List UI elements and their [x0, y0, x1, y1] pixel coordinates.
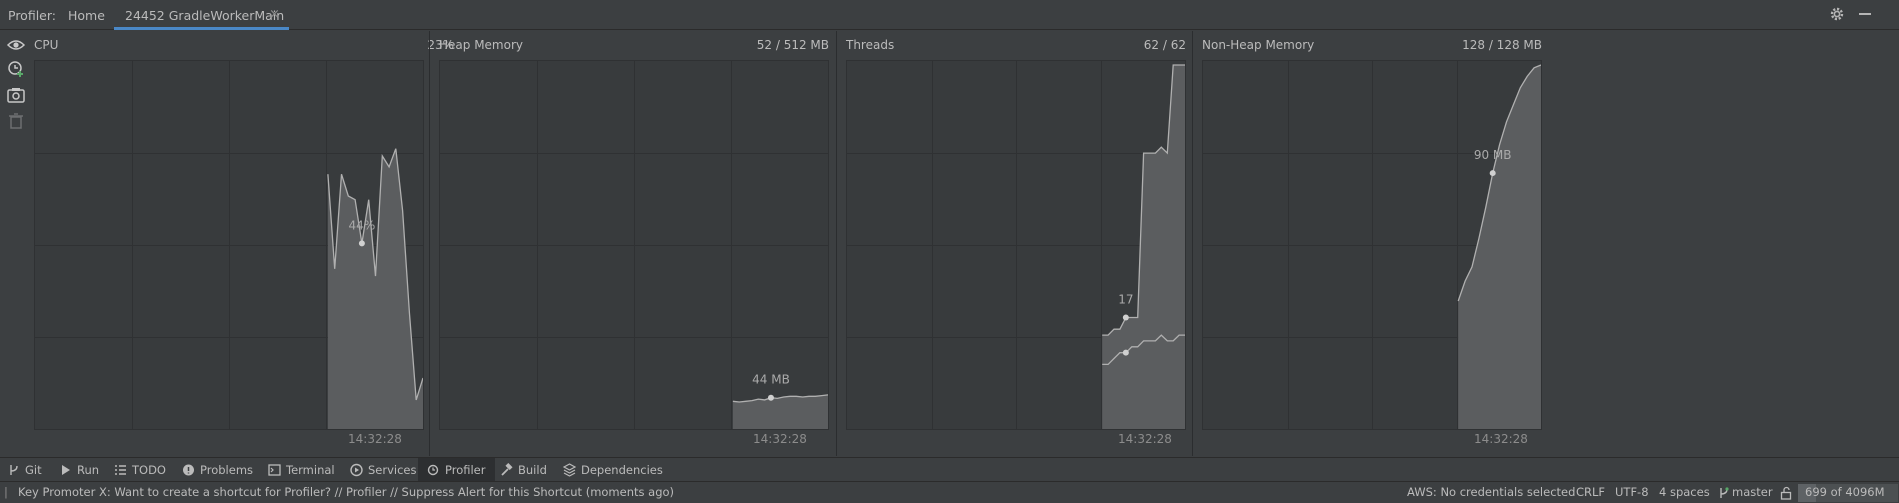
unlock-icon[interactable]: [1780, 486, 1792, 500]
run-icon: [62, 465, 70, 475]
hover-point: [1489, 170, 1496, 177]
memory-usage-text: 699 of 4096M: [1805, 485, 1885, 499]
threads-value: 62 / 62: [1143, 38, 1186, 52]
eye-icon[interactable]: [6, 35, 26, 55]
toolwindow-label: TODO: [132, 463, 166, 477]
toolwindow-problems[interactable]: Problems: [182, 458, 253, 482]
cpu-title: CPU: [34, 38, 59, 52]
toolwindow-git[interactable]: Git: [8, 458, 42, 482]
toolwindow-services[interactable]: Services: [350, 458, 417, 482]
hover-point: [358, 240, 365, 247]
git-branch[interactable]: master: [1732, 485, 1773, 499]
memory-indicator[interactable]: 699 of 4096M: [1798, 484, 1898, 502]
hover-value-label: 44%: [349, 218, 376, 232]
hover-point: [767, 394, 774, 401]
aws-credentials[interactable]: AWS: No credentials selected: [1407, 485, 1575, 499]
profiler-toolbar: Profiler: Home 24452 GradleWorkerMain ×: [0, 0, 1899, 30]
chart-area: [1458, 65, 1541, 429]
toolwindow-build[interactable]: Build: [500, 458, 547, 482]
line-separator[interactable]: CRLF: [1576, 485, 1605, 499]
services-icon: [350, 463, 363, 477]
gear-icon[interactable]: [1828, 5, 1846, 23]
hover-point: [1122, 314, 1129, 321]
heap-time-label: 14:32:28: [753, 432, 807, 446]
chart-area: [732, 394, 828, 429]
toolwindow-run[interactable]: Run: [60, 458, 99, 482]
heap-title: Heap Memory: [439, 38, 523, 52]
toolwindow-label: Dependencies: [581, 463, 663, 477]
heap-value: 52 / 512 MB: [756, 38, 829, 52]
toolwindow-label: Problems: [200, 463, 254, 477]
tab-session[interactable]: 24452 GradleWorkerMain: [125, 8, 284, 23]
threads-chart-svg: 17: [847, 61, 1185, 429]
build-hammer-icon: [501, 463, 513, 476]
nonheap-chart-svg: 90 MB: [1203, 61, 1541, 429]
toolwindow-label: Build: [518, 463, 547, 477]
status-bar-edge: |: [4, 485, 8, 499]
cpu-chart-svg: 44%: [35, 61, 423, 429]
threads-title: Threads: [846, 38, 895, 52]
problems-icon: [183, 464, 194, 476]
cpu-time-label: 14:32:28: [348, 432, 402, 446]
panel-divider: [836, 31, 837, 456]
monitor-area: CPU 23% 44% 14:32:28 Heap Memory 52 / 51…: [32, 31, 1899, 456]
trash-icon[interactable]: [6, 111, 26, 131]
threads-chart[interactable]: 17: [846, 60, 1186, 430]
active-tab-indicator: [114, 27, 289, 30]
tool-window-bar: Git Run TODO Problems Terminal Services …: [0, 457, 1899, 482]
profiler-icon: [427, 464, 439, 476]
toolwindow-profiler[interactable]: Profiler: [418, 458, 495, 482]
git-branch-icon: [10, 465, 18, 475]
file-encoding[interactable]: UTF-8: [1615, 485, 1649, 499]
heap-chart-svg: 44 MB: [440, 61, 828, 429]
nonheap-title: Non-Heap Memory: [1202, 38, 1315, 52]
hover-point: [1122, 349, 1129, 356]
tab-home[interactable]: Home: [68, 8, 105, 23]
nonheap-time-label: 14:32:28: [1474, 432, 1528, 446]
hover-value-label: 90 MB: [1474, 148, 1512, 162]
chart-area: [327, 148, 423, 429]
heap-chart[interactable]: 44 MB: [439, 60, 829, 430]
toolwindow-label: Run: [77, 463, 100, 477]
add-session-icon[interactable]: [6, 59, 26, 79]
hover-value-label: 44 MB: [752, 373, 790, 387]
dependencies-icon: [563, 463, 576, 477]
threads-time-label: 14:32:28: [1118, 432, 1172, 446]
nonheap-value: 128 / 128 MB: [1462, 38, 1542, 52]
toolwindow-todo[interactable]: TODO: [114, 458, 166, 482]
close-icon[interactable]: ×: [269, 7, 280, 22]
minimize-icon[interactable]: [1856, 5, 1874, 23]
cpu-chart[interactable]: 44%: [34, 60, 424, 430]
panel-divider: [429, 31, 430, 456]
todo-list-icon: [115, 465, 126, 475]
toolwindow-label: Terminal: [286, 463, 335, 477]
profiler-side-toolbar: [0, 31, 32, 456]
nonheap-chart[interactable]: 90 MB: [1202, 60, 1542, 430]
toolwindow-label: Git: [25, 463, 42, 477]
toolwindow-label: Profiler: [445, 463, 486, 477]
git-branch-icon: [1720, 487, 1729, 498]
toolwindow-terminal[interactable]: Terminal: [268, 458, 335, 482]
toolwindow-label: Services: [368, 463, 417, 477]
capture-icon[interactable]: [6, 85, 26, 105]
profiler-label: Profiler:: [8, 8, 56, 23]
panel-divider: [1192, 31, 1193, 456]
terminal-icon: [268, 464, 281, 476]
status-message[interactable]: Key Promoter X: Want to create a shortcu…: [18, 485, 674, 499]
status-bar: | Key Promoter X: Want to create a short…: [0, 481, 1899, 503]
chart-area: [1102, 65, 1185, 429]
indent-setting[interactable]: 4 spaces: [1659, 485, 1710, 499]
toolwindow-dependencies[interactable]: Dependencies: [563, 458, 663, 482]
hover-value-label: 17: [1118, 292, 1133, 306]
